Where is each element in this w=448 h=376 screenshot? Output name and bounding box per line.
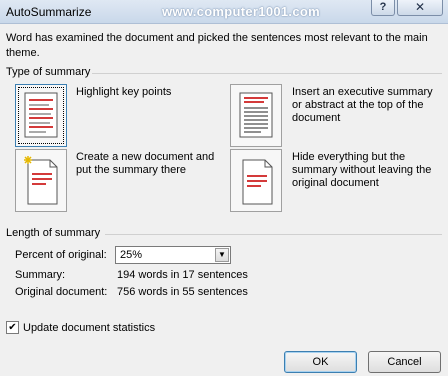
hide-document-icon xyxy=(242,159,273,205)
original-document-label: Original document: xyxy=(15,286,108,298)
update-statistics-checkbox[interactable]: ✔ xyxy=(6,321,19,334)
cancel-button[interactable]: Cancel xyxy=(368,351,441,373)
group-divider xyxy=(105,234,442,235)
executive-summary-icon xyxy=(239,92,273,138)
summary-value: 194 words in 17 sentences xyxy=(117,269,248,281)
title-bar: AutoSummarize www.computer1001.com ? ✕ xyxy=(0,0,448,24)
percent-value: 25% xyxy=(120,249,143,261)
new-document-label[interactable]: Create a new document and put the summar… xyxy=(76,151,226,177)
highlight-key-points-option[interactable] xyxy=(15,84,67,147)
highlight-doc-icon xyxy=(24,92,58,138)
length-of-summary-label: Length of summary xyxy=(6,227,101,239)
original-document-value: 756 words in 55 sentences xyxy=(117,286,248,298)
hide-everything-label[interactable]: Hide everything but the summary without … xyxy=(292,151,442,190)
percent-of-original-select[interactable]: 25% ▼ xyxy=(115,246,231,264)
new-document-icon xyxy=(24,156,58,205)
new-document-option[interactable] xyxy=(15,149,67,212)
update-statistics-label[interactable]: Update document statistics xyxy=(23,322,155,334)
watermark: www.computer1001.com xyxy=(162,4,320,19)
executive-summary-label[interactable]: Insert an executive summary or abstract … xyxy=(292,86,442,125)
hide-everything-option[interactable] xyxy=(230,149,282,212)
percent-of-original-label: Percent of original: xyxy=(15,249,107,261)
help-button[interactable]: ? xyxy=(371,0,395,16)
ok-button[interactable]: OK xyxy=(284,351,357,373)
chevron-down-icon[interactable]: ▼ xyxy=(215,248,229,262)
close-button[interactable]: ✕ xyxy=(397,0,443,16)
type-of-summary-label: Type of summary xyxy=(6,66,91,78)
window-title: AutoSummarize xyxy=(6,5,92,19)
summary-label: Summary: xyxy=(15,269,66,281)
group-divider xyxy=(92,73,442,74)
dialog-description: Word has examined the document and picke… xyxy=(6,32,428,59)
executive-summary-option[interactable] xyxy=(230,84,282,147)
highlight-key-points-label[interactable]: Highlight key points xyxy=(76,86,216,99)
